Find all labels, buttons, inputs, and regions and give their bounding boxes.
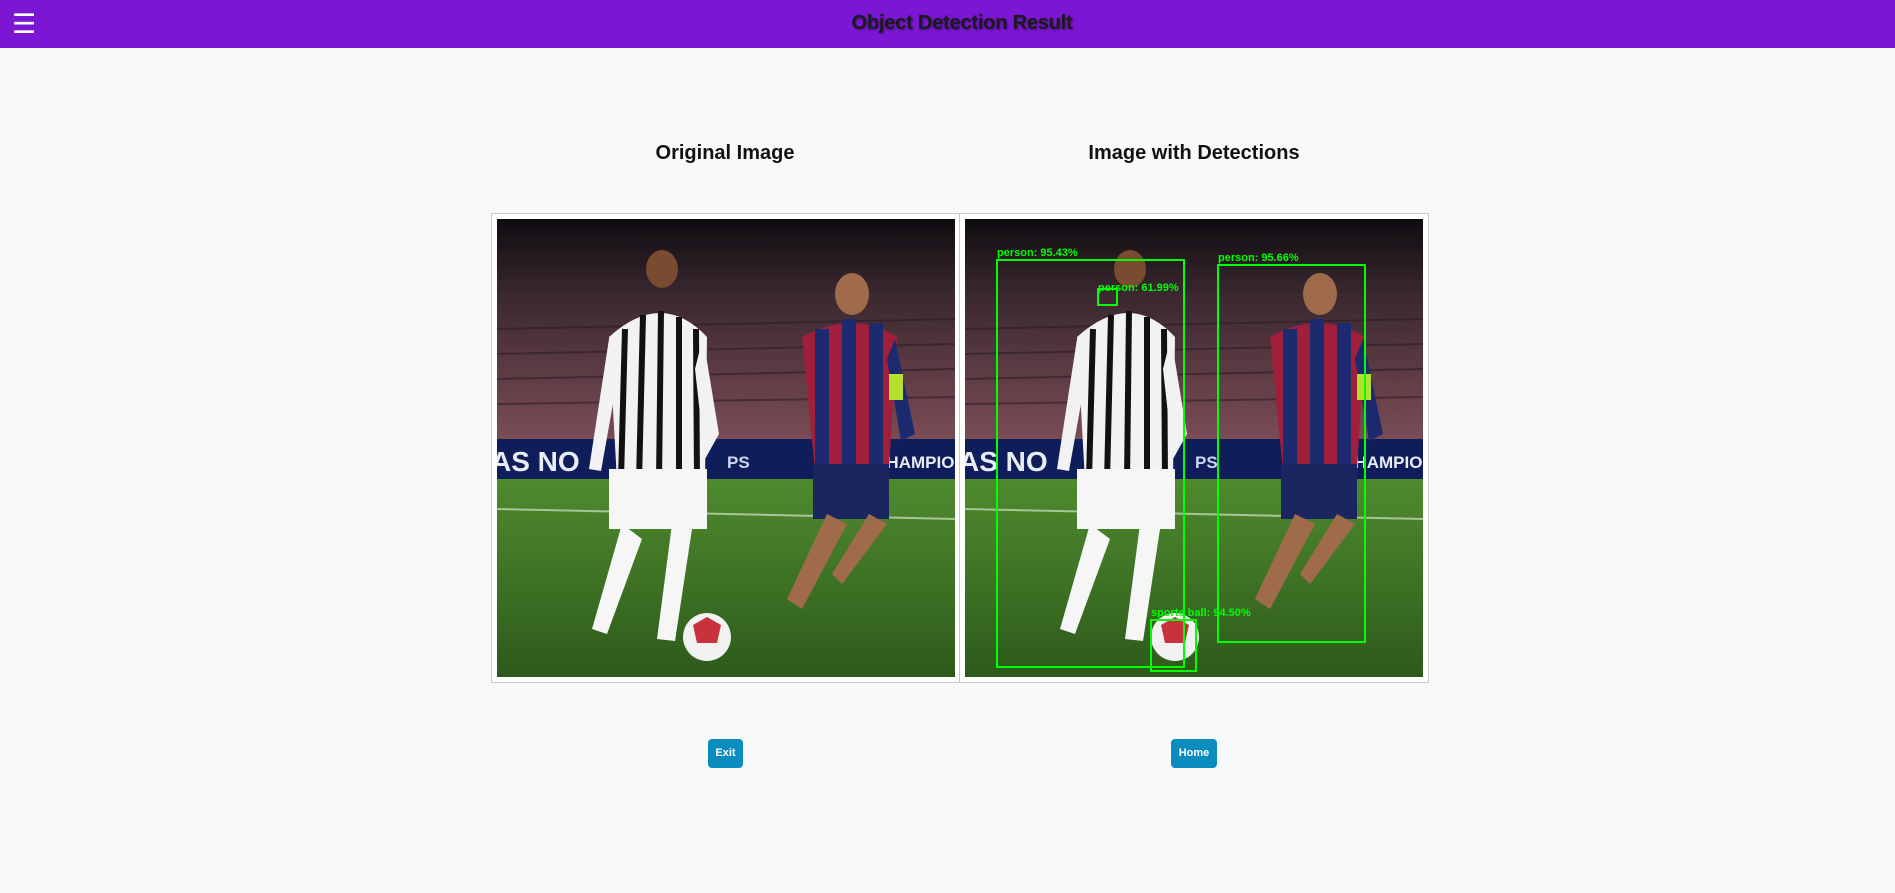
detection-label-sports-ball: sports ball: 94.50% xyxy=(1151,607,1251,619)
original-image: AS NO PS EFA CHAMPIO xyxy=(497,219,955,677)
original-image-heading: Original Image xyxy=(655,142,795,164)
exit-button[interactable]: Exit xyxy=(708,739,743,768)
home-button[interactable]: Home xyxy=(1171,739,1217,768)
soccer-photo-detections: AS NO PS EFA CHAMPIO person: 95.43% pers… xyxy=(965,219,1423,677)
detections-image: AS NO PS EFA CHAMPIO person: 95.43% pers… xyxy=(965,219,1423,677)
soccer-photo-original: AS NO PS EFA CHAMPIO xyxy=(497,219,955,677)
svg-text:AS NO: AS NO xyxy=(965,446,1048,477)
image-comparison-table: AS NO PS EFA CHAMPIO AS NO PS EFA CHAMPI… xyxy=(491,213,1429,683)
detection-label-person-2: person: 61.99% xyxy=(1098,282,1179,294)
svg-text:PS: PS xyxy=(1195,453,1218,472)
svg-text:PS: PS xyxy=(727,453,750,472)
detections-image-heading: Image with Detections xyxy=(1088,142,1300,164)
top-app-bar: ☰ Object Detection Result xyxy=(0,0,1895,48)
page-title: Object Detection Result xyxy=(851,12,1073,34)
detection-label-person-3: person: 95.66% xyxy=(1218,252,1299,264)
column-divider xyxy=(959,214,960,682)
detection-label-person-1: person: 95.43% xyxy=(997,247,1078,259)
svg-text:AS NO: AS NO xyxy=(497,446,580,477)
